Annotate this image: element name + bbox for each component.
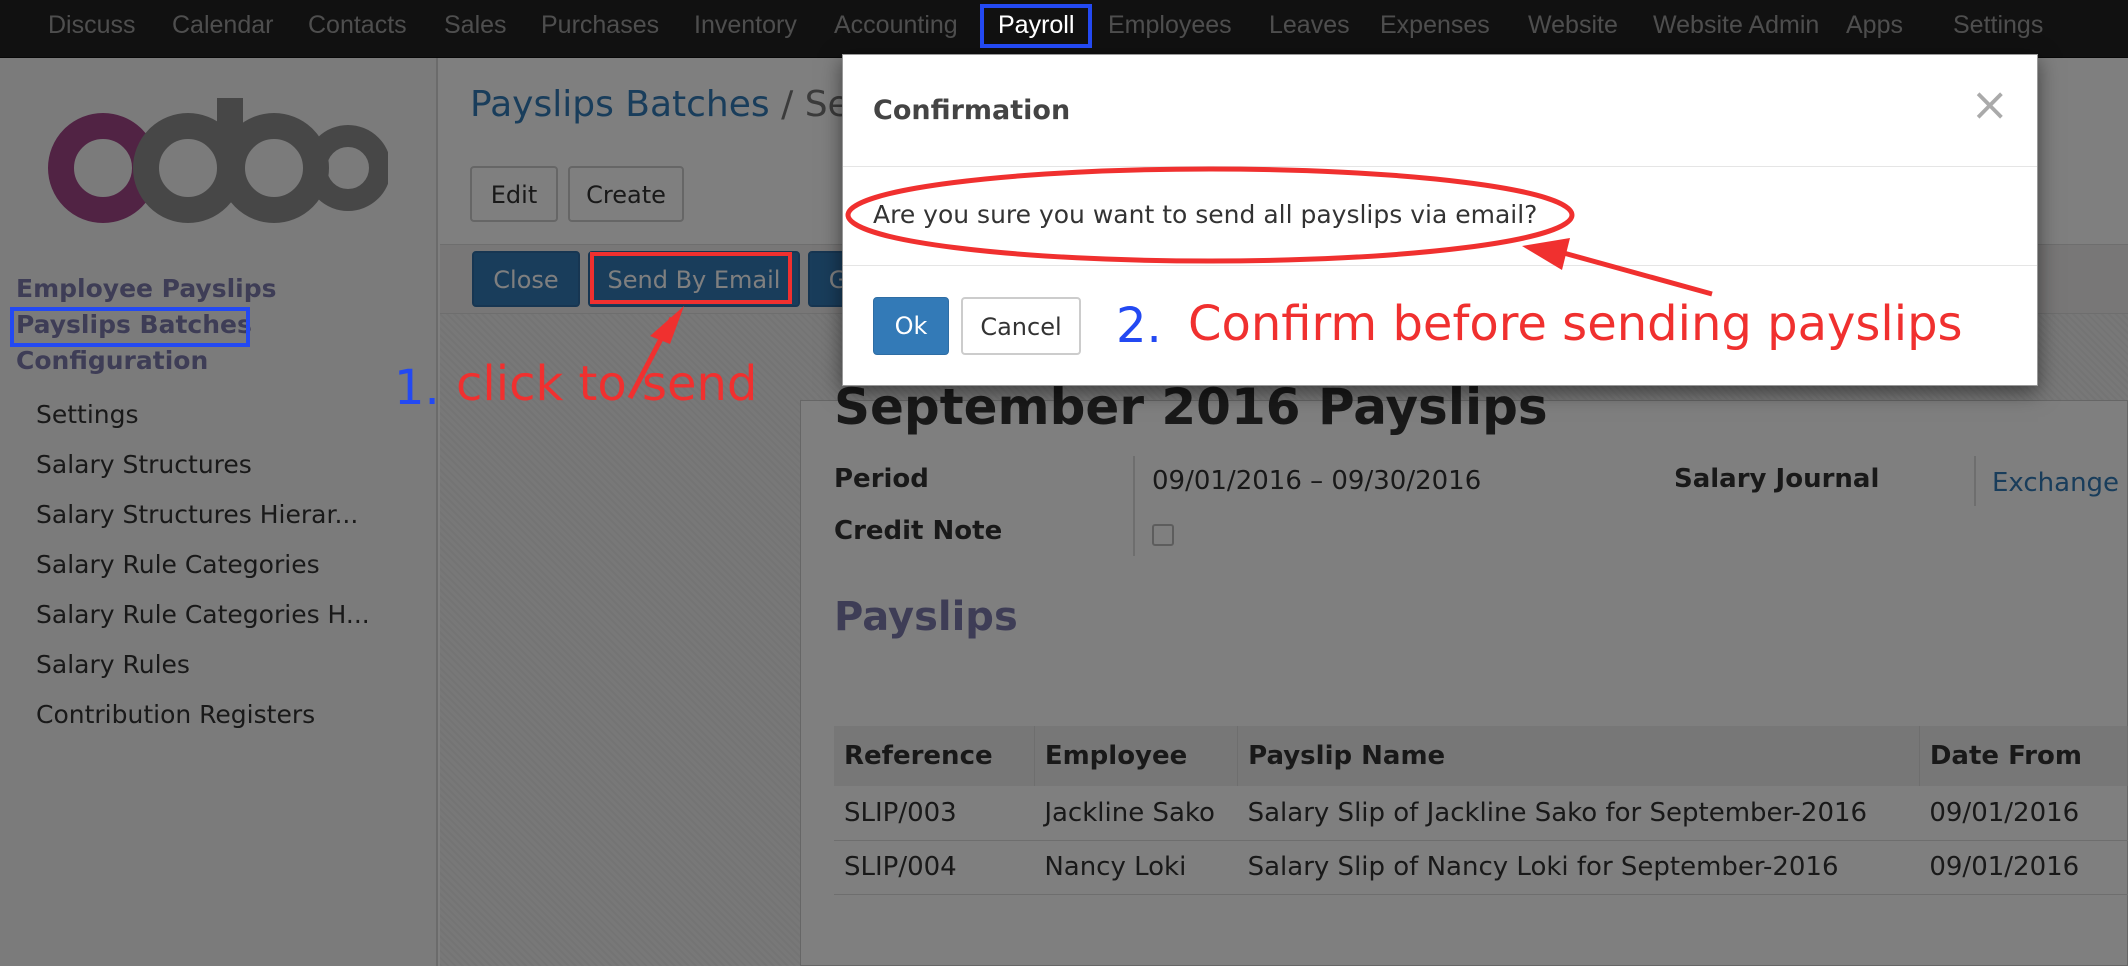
annotation-step-2-number: 2. [1116, 298, 1162, 354]
annotation-step-2-text: Confirm before sending payslips [1188, 296, 1963, 352]
menu-payroll-highlight[interactable]: Payroll [998, 0, 1074, 50]
annotation-step-1-number: 1. [394, 360, 440, 416]
modal-title: Confirmation [873, 95, 1071, 126]
modal-message: Are you sure you want to send all paysli… [873, 200, 1538, 229]
ok-button[interactable]: Ok [873, 297, 949, 355]
cancel-button[interactable]: Cancel [961, 297, 1081, 355]
close-icon[interactable]: × [1970, 81, 2009, 127]
modal-header: Confirmation × [843, 55, 2037, 167]
annotation-step-1-text: click to send [456, 356, 758, 412]
